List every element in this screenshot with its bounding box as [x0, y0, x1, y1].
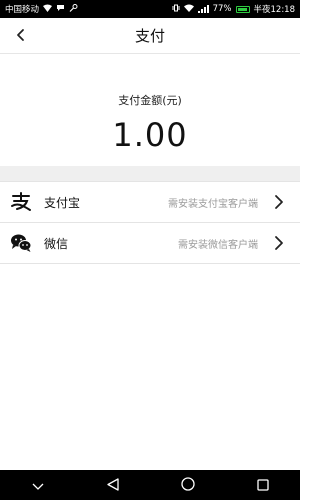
wechat-icon: [10, 232, 32, 254]
payment-option-hint: 需安装支付宝客户端: [168, 198, 258, 210]
section-separator: [0, 166, 300, 181]
cell-signal-icon: [197, 5, 209, 13]
back-button[interactable]: [10, 24, 32, 48]
clock: 半夜12:18: [253, 5, 296, 15]
wifi-icon: [183, 4, 194, 15]
battery-icon: [235, 5, 250, 13]
page-title: 支付: [134, 27, 165, 45]
carrier-label: 中国移动: [5, 5, 40, 15]
amount-section: 支付金额(元) 1.00: [0, 54, 300, 166]
payment-option-alipay[interactable]: 支付宝 需安装支付宝客户端: [0, 181, 300, 222]
payment-option-label: 微信: [44, 236, 69, 251]
amount-value: 1.00: [112, 116, 188, 154]
back-triangle-icon: [106, 476, 119, 495]
status-left: 中国移动: [5, 3, 78, 15]
recents-square-icon: [256, 476, 269, 495]
chevron-right-icon: [268, 191, 290, 213]
status-right: 77% 半夜12:18: [172, 3, 295, 15]
key-icon: [69, 3, 78, 15]
message-icon: [56, 4, 65, 15]
nav-back-button[interactable]: [98, 470, 128, 500]
chevron-left-icon: [15, 27, 27, 46]
nav-recents-button[interactable]: [248, 470, 278, 500]
system-nav-bar: [0, 470, 300, 500]
alipay-icon: [10, 191, 32, 213]
payment-option-hint: 需安装微信客户端: [178, 239, 258, 251]
header: 支付: [0, 18, 300, 54]
payment-option-wechat[interactable]: 微信 需安装微信客户端: [0, 222, 300, 263]
nav-home-button[interactable]: [173, 470, 203, 500]
payment-option-label: 支付宝: [44, 195, 81, 210]
home-circle-icon: [180, 476, 195, 495]
row-divider: [0, 263, 300, 264]
chevron-down-icon: [32, 476, 44, 495]
chevron-right-icon: [268, 232, 290, 254]
signal-icon: [43, 4, 53, 15]
amount-label: 支付金额(元): [118, 94, 182, 107]
nav-hide-button[interactable]: [23, 470, 53, 500]
status-bar: 中国移动 77% 半夜12:18: [0, 0, 300, 18]
vibrate-icon: [172, 4, 180, 15]
battery-percent: 77%: [212, 4, 232, 14]
